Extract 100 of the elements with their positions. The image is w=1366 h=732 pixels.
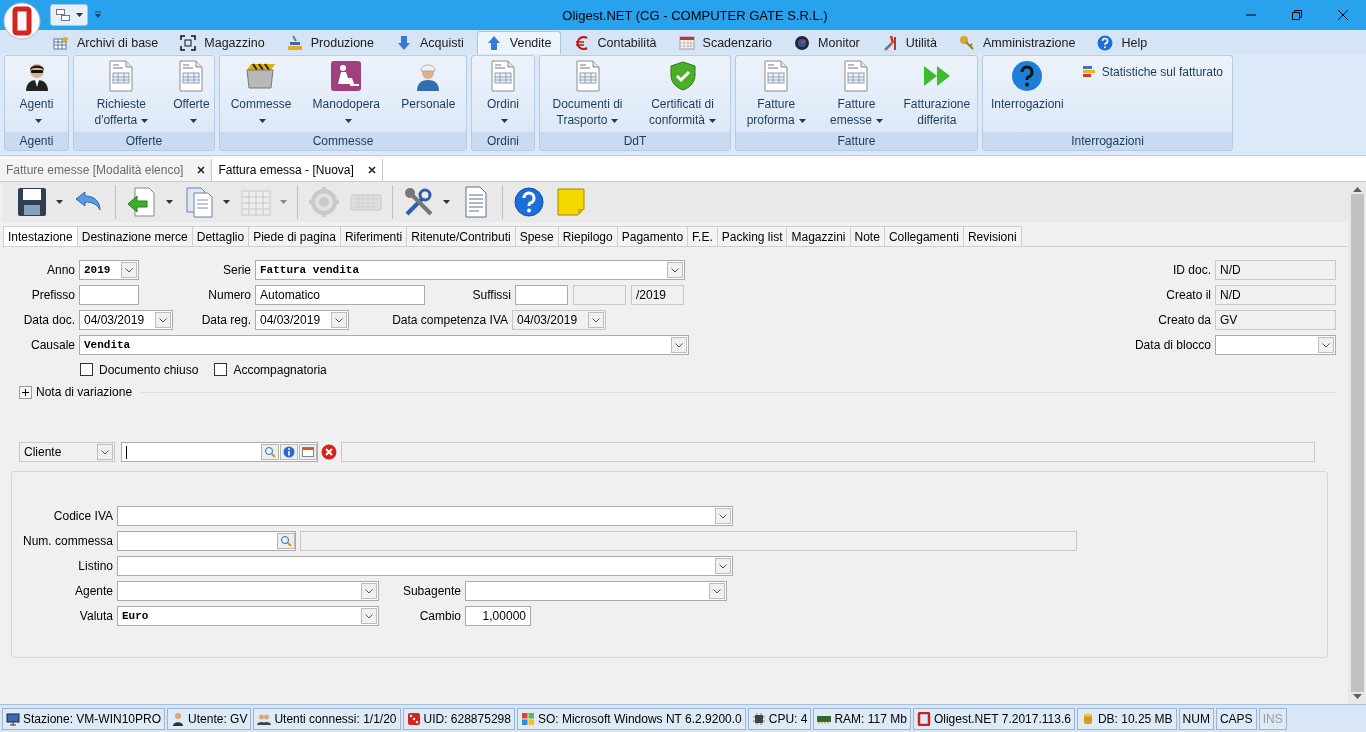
menu-tab[interactable]: Contabilità bbox=[564, 31, 666, 54]
search-button[interactable] bbox=[277, 532, 295, 549]
menu-tab[interactable]: Archivi di base bbox=[44, 31, 168, 54]
search-button[interactable] bbox=[261, 444, 279, 460]
caret-icon bbox=[798, 118, 806, 123]
chevron-down-icon[interactable] bbox=[715, 557, 731, 574]
gear-icon bbox=[308, 186, 340, 218]
chevron-down-icon[interactable] bbox=[121, 261, 137, 278]
prefix-field[interactable] bbox=[79, 284, 139, 305]
subagent-field[interactable] bbox=[465, 580, 727, 601]
ribbon-button[interactable]: Commesse bbox=[227, 58, 295, 128]
caret-icon bbox=[166, 200, 173, 204]
chevron-down-icon[interactable] bbox=[331, 311, 347, 328]
status-panel: Utenti connessi: 1/1/20 bbox=[253, 707, 401, 730]
group-label: Fatture bbox=[736, 132, 977, 150]
scroll-up-icon[interactable] bbox=[1352, 186, 1362, 192]
calendar-button[interactable] bbox=[299, 444, 317, 460]
help-icon bbox=[513, 186, 545, 218]
menu-tab[interactable]: Amministrazione bbox=[950, 31, 1085, 54]
suffix-field[interactable] bbox=[515, 284, 568, 305]
menu-tab[interactable]: Magazzino bbox=[171, 31, 274, 54]
checkbox[interactable] bbox=[214, 363, 228, 376]
group-label: Ordini bbox=[472, 132, 534, 150]
section-tab[interactable]: Riepilogo bbox=[557, 226, 618, 246]
scroll-down-icon[interactable] bbox=[1352, 694, 1362, 700]
section-tab[interactable]: Magazzini bbox=[786, 226, 851, 246]
ribbon-button[interactable]: Manodopera bbox=[309, 58, 383, 128]
menu-tab[interactable]: Vendite bbox=[476, 31, 561, 54]
menu-tab[interactable]: Help bbox=[1088, 31, 1157, 54]
caret-icon bbox=[141, 118, 149, 123]
ribbon-button[interactable]: Richieste d'offerta bbox=[75, 58, 168, 128]
date-field[interactable] bbox=[1215, 334, 1336, 355]
ribbon-button[interactable]: Fatture emesse bbox=[816, 58, 897, 128]
info-button[interactable] bbox=[280, 444, 298, 460]
menu-tab[interactable]: Utilità bbox=[872, 31, 947, 54]
date-field[interactable]: 04/03/2019 bbox=[255, 309, 349, 330]
quick-access-button[interactable] bbox=[50, 4, 88, 26]
clear-icon[interactable] bbox=[321, 444, 337, 460]
chevron-down-icon[interactable] bbox=[671, 336, 687, 353]
ribbon-button[interactable]: Ordini bbox=[484, 58, 522, 128]
ribbon-button[interactable]: Certificati di conformità bbox=[636, 58, 729, 128]
section-tab[interactable]: Spese bbox=[514, 226, 559, 246]
chevron-down-icon[interactable] bbox=[361, 582, 377, 599]
document-tab[interactable]: Fatture emesse [Modalità elenco] bbox=[0, 159, 213, 181]
ribbon-button[interactable]: Offerte bbox=[170, 58, 213, 128]
user-icon bbox=[171, 711, 186, 726]
ribbon-button[interactable]: Fatturazione differita bbox=[896, 58, 977, 128]
currency-field[interactable]: Euro bbox=[117, 605, 379, 626]
number-field[interactable]: Automatico bbox=[255, 284, 425, 305]
field-label: Creato il bbox=[1165, 287, 1211, 302]
field-label: Subagente bbox=[401, 583, 461, 598]
chevron-down-icon[interactable] bbox=[1318, 336, 1334, 353]
year-field[interactable]: 2019 bbox=[79, 259, 139, 280]
close-icon bbox=[1337, 9, 1349, 21]
section-tab[interactable]: Pagamento bbox=[616, 226, 689, 246]
chevron-down-icon[interactable] bbox=[715, 507, 731, 524]
caret-icon bbox=[611, 118, 619, 123]
section-tab[interactable]: Intestazione bbox=[3, 226, 78, 246]
close-icon[interactable] bbox=[367, 166, 376, 174]
tools-icon bbox=[403, 186, 435, 218]
agent-field[interactable] bbox=[117, 580, 379, 601]
party-type-field[interactable]: Cliente bbox=[19, 442, 115, 462]
worker-icon bbox=[330, 60, 363, 92]
reason-field[interactable]: Vendita bbox=[79, 334, 689, 355]
chevron-down-icon[interactable] bbox=[667, 261, 683, 278]
euro-icon bbox=[573, 35, 590, 51]
ribbon-button[interactable]: Agenti bbox=[16, 58, 57, 128]
ribbon-button[interactable]: Statistiche sul fatturato bbox=[1076, 58, 1228, 80]
expand-button[interactable] bbox=[19, 385, 32, 399]
chevron-down-icon[interactable] bbox=[361, 607, 377, 624]
series-field[interactable]: Fattura vendita bbox=[255, 259, 685, 280]
section-tab[interactable]: Dettaglio bbox=[191, 226, 250, 246]
section-tab[interactable]: Revisioni bbox=[962, 226, 1022, 246]
price-list-field[interactable] bbox=[117, 555, 733, 576]
checkbox[interactable] bbox=[80, 363, 93, 376]
menu-tab[interactable]: Produzione bbox=[277, 31, 383, 54]
chevron-down-icon[interactable] bbox=[155, 311, 171, 328]
close-icon[interactable] bbox=[197, 166, 206, 174]
chevron-down-icon[interactable] bbox=[97, 444, 113, 460]
menu-tab[interactable]: Acquisti bbox=[387, 31, 473, 54]
ribbon-button[interactable]: Personale bbox=[398, 58, 459, 112]
status-panel: SO: Microsoft Windows NT 6.2.9200.0 bbox=[516, 707, 746, 730]
customize-icon[interactable] bbox=[94, 11, 102, 19]
ribbon-button[interactable]: Interrogazioni bbox=[987, 58, 1067, 112]
caret-icon bbox=[189, 118, 197, 123]
section-tab[interactable]: Piede di pagina bbox=[248, 226, 341, 246]
section-tab[interactable]: Collegamenti bbox=[883, 226, 964, 246]
menu-tab[interactable]: Monitor bbox=[785, 31, 869, 54]
menu-tab[interactable]: Scadenzario bbox=[669, 31, 782, 54]
scrollbar[interactable] bbox=[1348, 182, 1366, 704]
caret-icon bbox=[280, 200, 287, 204]
job-number-field[interactable] bbox=[117, 530, 296, 551]
chevron-down-icon[interactable] bbox=[709, 582, 725, 599]
section-tab[interactable]: Packing list bbox=[716, 226, 788, 246]
vat-code-field[interactable] bbox=[117, 505, 733, 526]
date-field[interactable]: 04/03/2019 bbox=[79, 309, 173, 330]
ribbon-button[interactable]: Fatture proforma bbox=[736, 58, 817, 128]
customer-field[interactable] bbox=[121, 442, 318, 462]
exchange-rate-field[interactable]: 1,00000 bbox=[465, 605, 531, 626]
ribbon-button[interactable]: Documenti di Trasporto bbox=[541, 58, 634, 128]
